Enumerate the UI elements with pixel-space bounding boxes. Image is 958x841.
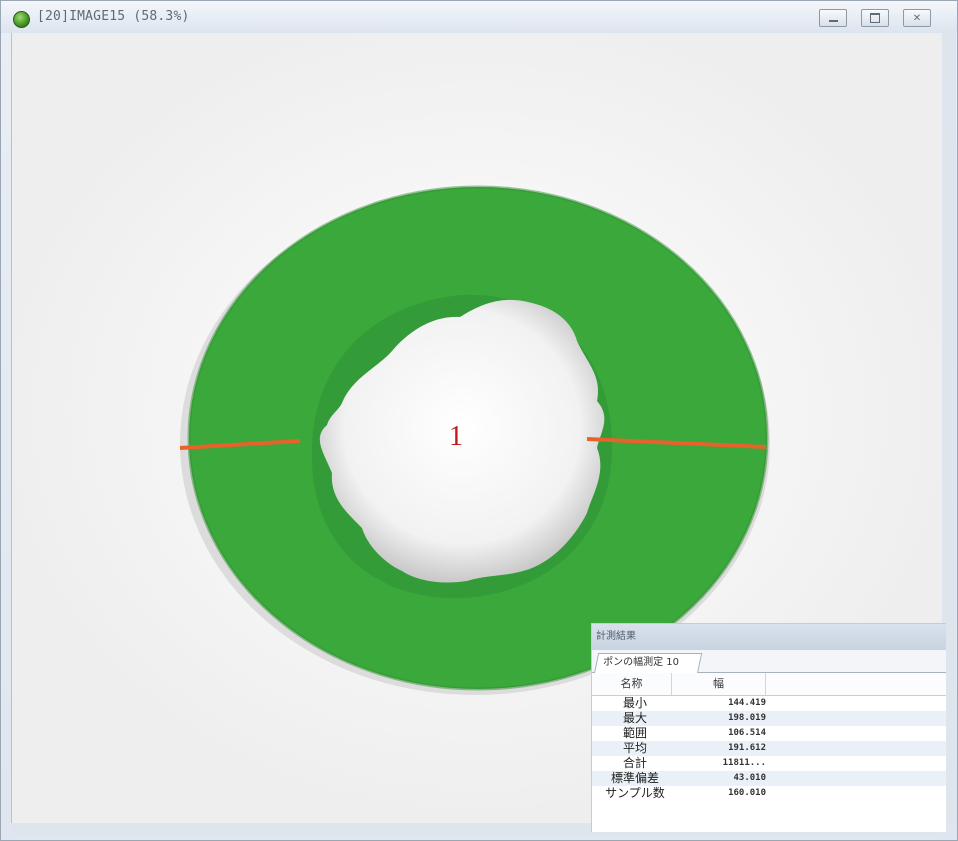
close-icon: ✕ <box>912 12 922 24</box>
row-value: 191.612 <box>728 743 766 753</box>
window-title: [20]IMAGE15 (58.3%) <box>37 9 190 24</box>
tab-label: ポンの幅測定 10 <box>603 657 680 668</box>
row-value: 160.010 <box>728 788 766 798</box>
table-row[interactable]: 平均 191.612 <box>592 741 946 756</box>
row-name: サンプル数 <box>605 786 665 800</box>
row-value: 106.514 <box>728 728 766 738</box>
row-value: 11811... <box>722 758 766 768</box>
table-row[interactable]: 標準偏差 43.010 <box>592 771 946 786</box>
minimize-button[interactable] <box>819 9 847 27</box>
maximize-icon <box>870 13 880 23</box>
row-value: 144.419 <box>728 698 766 708</box>
row-name: 平均 <box>622 741 647 755</box>
close-button[interactable]: ✕ <box>903 9 931 27</box>
table-row[interactable]: 最大 198.019 <box>592 711 946 726</box>
row-value: 43.010 <box>733 773 766 783</box>
table-row[interactable]: 合計 11811... <box>592 756 946 771</box>
table-row[interactable]: 最小 144.419 <box>592 696 946 711</box>
row-name: 標準偏差 <box>610 771 659 785</box>
results-grid-header: 名称 幅 <box>592 673 946 696</box>
object-number-label: 1 <box>449 421 463 452</box>
image-window: [20]IMAGE15 (58.3%) ✕ 1 計測結果 ポンの幅測定 10 名… <box>0 0 958 841</box>
row-name: 最小 <box>622 696 647 710</box>
table-row[interactable]: サンプル数 160.010 <box>592 786 946 801</box>
row-value: 198.019 <box>728 713 766 723</box>
results-panel: 計測結果 ポンの幅測定 10 名称 幅 最小 144.419 最大 198.01… <box>591 623 946 832</box>
results-panel-title: 計測結果 <box>592 624 946 650</box>
tab-width-measure[interactable]: ポンの幅測定 10 <box>594 653 703 673</box>
title-bar[interactable]: [20]IMAGE15 (58.3%) ✕ <box>1 1 957 33</box>
maximize-button[interactable] <box>861 9 889 27</box>
table-row[interactable]: 範囲 106.514 <box>592 726 946 741</box>
row-name: 範囲 <box>622 726 647 740</box>
column-header-width[interactable]: 幅 <box>672 673 766 695</box>
results-tabstrip: ポンの幅測定 10 <box>592 650 946 673</box>
row-name: 最大 <box>622 711 647 725</box>
column-header-name[interactable]: 名称 <box>592 673 672 695</box>
results-rows: 最小 144.419 最大 198.019 範囲 106.514 平均 191.… <box>592 696 946 801</box>
minimize-icon <box>828 19 838 22</box>
app-icon <box>13 11 30 28</box>
row-name: 合計 <box>622 756 647 770</box>
